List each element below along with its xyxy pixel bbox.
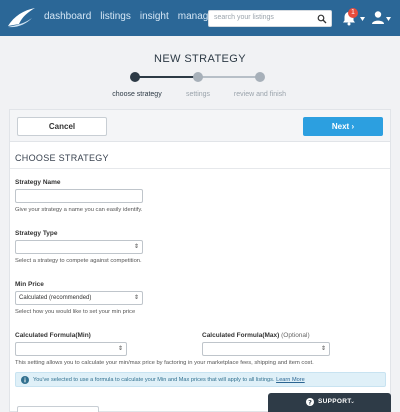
min-price-label: Min Price: [15, 281, 44, 288]
formula-min-label: Calculated Formula(Min): [15, 332, 91, 339]
select-caret-icon: ⇕: [117, 346, 123, 352]
step-dot-choose-strategy: [130, 72, 140, 82]
select-caret-icon: ⇕: [320, 346, 326, 352]
support-button[interactable]: ? SUPPORT ⌄: [268, 393, 391, 412]
info-icon: [21, 376, 29, 384]
strategy-name-help: Give your strategy a name you can easily…: [15, 207, 143, 213]
cancel-button[interactable]: Cancel: [17, 117, 107, 136]
strategy-name-input[interactable]: [15, 189, 143, 203]
divider: [10, 168, 390, 169]
step-dot-review: [255, 72, 265, 82]
user-icon[interactable]: [371, 10, 385, 25]
strategy-type-help: Select a strategy to compete against com…: [15, 258, 142, 264]
page-title: NEW STRATEGY: [154, 53, 246, 65]
select-caret-icon: ⇕: [133, 244, 139, 250]
section-title: CHOOSE STRATEGY: [15, 153, 109, 163]
help-circle-icon: ?: [306, 398, 314, 406]
notification-badge: 1: [348, 8, 358, 18]
strategy-type-label: Strategy Type: [15, 230, 58, 237]
strategy-panel: Cancel Next › CHOOSE STRATEGY Strategy N…: [9, 109, 391, 412]
action-bar: Cancel Next ›: [10, 110, 390, 142]
search-input[interactable]: search your listings: [208, 10, 332, 27]
step-dot-settings: [193, 72, 203, 82]
user-chevron-down-icon[interactable]: [386, 17, 391, 21]
learn-more-link[interactable]: Learn More: [276, 377, 305, 383]
next-button[interactable]: Next ›: [303, 117, 383, 136]
nav-links: dashboard listings insight manage: [44, 11, 223, 22]
formula-max-optional: (Optional): [281, 332, 310, 339]
info-alert: You've selected to use a formula to calc…: [15, 372, 386, 387]
formula-help: This setting allows you to calculate you…: [15, 360, 314, 366]
svg-text:?: ?: [308, 399, 312, 407]
nav-link-listings[interactable]: listings: [100, 11, 131, 22]
min-price-help: Select how you would like to set your mi…: [15, 309, 136, 315]
formula-max-label: Calculated Formula(Max) (Optional): [202, 332, 310, 339]
nav-link-dashboard[interactable]: dashboard: [44, 11, 91, 22]
brand-logo-icon[interactable]: [6, 6, 36, 30]
stepper-line-2: [198, 76, 260, 78]
notifications-chevron-down-icon[interactable]: [360, 17, 365, 21]
min-price-select[interactable]: Calculated (recommended) ⇕: [15, 291, 143, 305]
formula-min-select[interactable]: ⇕: [15, 342, 127, 356]
search-placeholder: search your listings: [214, 14, 274, 21]
support-label: SUPPORT: [318, 398, 352, 405]
search-icon[interactable]: [317, 14, 327, 24]
select-caret-icon: ⇕: [133, 295, 139, 301]
stepper-line-1: [135, 76, 198, 78]
top-nav: dashboard listings insight manage search…: [0, 0, 400, 36]
info-message: You've selected to use a formula to calc…: [33, 376, 275, 383]
chevron-down-icon: ⌄: [350, 399, 356, 405]
bottom-button[interactable]: [17, 406, 99, 412]
strategy-name-label: Strategy Name: [15, 179, 61, 186]
formula-max-label-text: Calculated Formula(Max): [202, 332, 280, 339]
min-price-value: Calculated (recommended): [19, 295, 92, 301]
strategy-type-select[interactable]: ⇕: [15, 240, 143, 254]
info-text: You've selected to use a formula to calc…: [33, 377, 305, 383]
nav-link-insight[interactable]: insight: [140, 11, 169, 22]
formula-max-select[interactable]: ⇕: [202, 342, 330, 356]
step-label-review: review and finish: [233, 91, 287, 98]
